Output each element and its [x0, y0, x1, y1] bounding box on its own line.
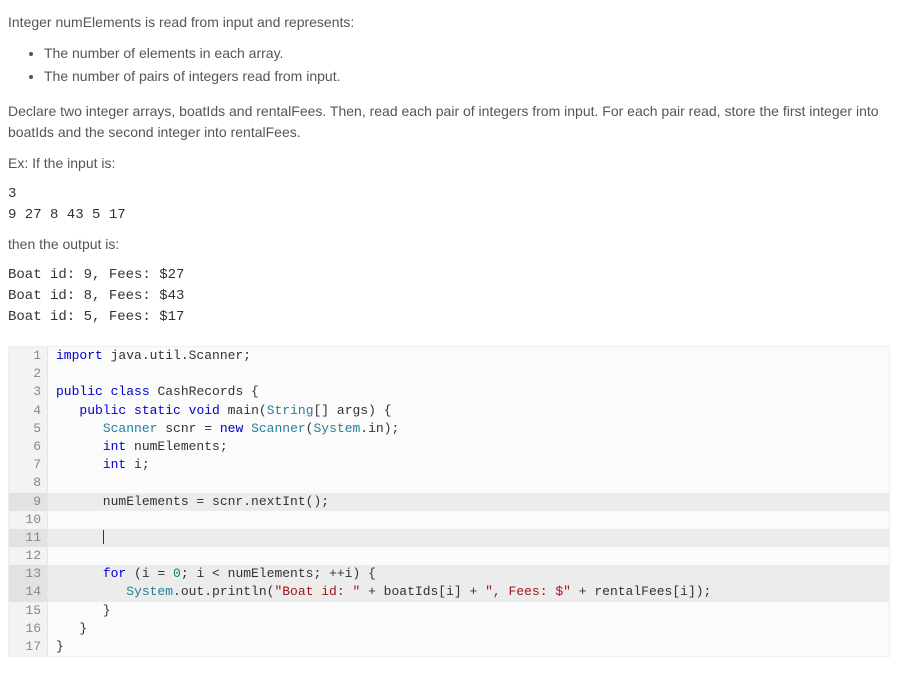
- line-number: 5: [9, 420, 48, 438]
- bullet-2: The number of pairs of integers read fro…: [44, 66, 904, 87]
- line-number: 11: [9, 529, 48, 547]
- code-line[interactable]: 10: [9, 511, 889, 529]
- code-line[interactable]: 16 }: [9, 620, 889, 638]
- code-line[interactable]: 13 for (i = 0; i < numElements; ++i) {: [9, 565, 889, 583]
- line-number: 3: [9, 383, 48, 401]
- code-content[interactable]: [48, 474, 889, 492]
- code-content[interactable]: }: [48, 620, 889, 638]
- code-content[interactable]: System.out.println("Boat id: " + boatIds…: [48, 583, 889, 601]
- code-content[interactable]: numElements = scnr.nextInt();: [48, 493, 889, 511]
- line-number: 14: [9, 583, 48, 601]
- code-content[interactable]: public class CashRecords {: [48, 383, 889, 401]
- then-label: then the output is:: [8, 234, 904, 255]
- code-content[interactable]: for (i = 0; i < numElements; ++i) {: [48, 565, 889, 583]
- text-cursor: [103, 530, 104, 544]
- code-line[interactable]: 6 int numElements;: [9, 438, 889, 456]
- code-content[interactable]: }: [48, 638, 889, 656]
- line-number: 4: [9, 402, 48, 420]
- output-sample: Boat id: 9, Fees: $27 Boat id: 8, Fees: …: [8, 265, 904, 328]
- code-content[interactable]: int i;: [48, 456, 889, 474]
- code-line[interactable]: 9 numElements = scnr.nextInt();: [9, 493, 889, 511]
- code-content[interactable]: Scanner scnr = new Scanner(System.in);: [48, 420, 889, 438]
- bullet-1: The number of elements in each array.: [44, 43, 904, 64]
- code-content[interactable]: }: [48, 602, 889, 620]
- code-content[interactable]: [48, 365, 889, 383]
- input-sample: 3 9 27 8 43 5 17: [8, 184, 904, 226]
- line-number: 16: [9, 620, 48, 638]
- code-line[interactable]: 1import java.util.Scanner;: [9, 347, 889, 365]
- code-editor[interactable]: 1import java.util.Scanner;2 3public clas…: [8, 346, 890, 657]
- code-line[interactable]: 2: [9, 365, 889, 383]
- code-content[interactable]: [48, 511, 889, 529]
- line-number: 15: [9, 602, 48, 620]
- code-line[interactable]: 8: [9, 474, 889, 492]
- code-line[interactable]: 12: [9, 547, 889, 565]
- line-number: 2: [9, 365, 48, 383]
- line-number: 1: [9, 347, 48, 365]
- code-line[interactable]: 5 Scanner scnr = new Scanner(System.in);: [9, 420, 889, 438]
- example-label: Ex: If the input is:: [8, 153, 904, 174]
- code-content[interactable]: import java.util.Scanner;: [48, 347, 889, 365]
- line-number: 7: [9, 456, 48, 474]
- code-line[interactable]: 3public class CashRecords {: [9, 383, 889, 401]
- code-line[interactable]: 15 }: [9, 602, 889, 620]
- code-content[interactable]: [48, 547, 889, 565]
- intro-bullets: The number of elements in each array. Th…: [8, 43, 904, 87]
- code-content[interactable]: [48, 529, 889, 547]
- line-number: 6: [9, 438, 48, 456]
- line-number: 12: [9, 547, 48, 565]
- code-line[interactable]: 14 System.out.println("Boat id: " + boat…: [9, 583, 889, 601]
- declare-text: Declare two integer arrays, boatIds and …: [8, 101, 904, 143]
- code-line[interactable]: 17}: [9, 638, 889, 656]
- code-line[interactable]: 4 public static void main(String[] args)…: [9, 402, 889, 420]
- line-number: 8: [9, 474, 48, 492]
- line-number: 17: [9, 638, 48, 656]
- code-line[interactable]: 11: [9, 529, 889, 547]
- code-content[interactable]: int numElements;: [48, 438, 889, 456]
- code-content[interactable]: public static void main(String[] args) {: [48, 402, 889, 420]
- line-number: 10: [9, 511, 48, 529]
- line-number: 9: [9, 493, 48, 511]
- intro-text: Integer numElements is read from input a…: [8, 12, 904, 33]
- line-number: 13: [9, 565, 48, 583]
- code-line[interactable]: 7 int i;: [9, 456, 889, 474]
